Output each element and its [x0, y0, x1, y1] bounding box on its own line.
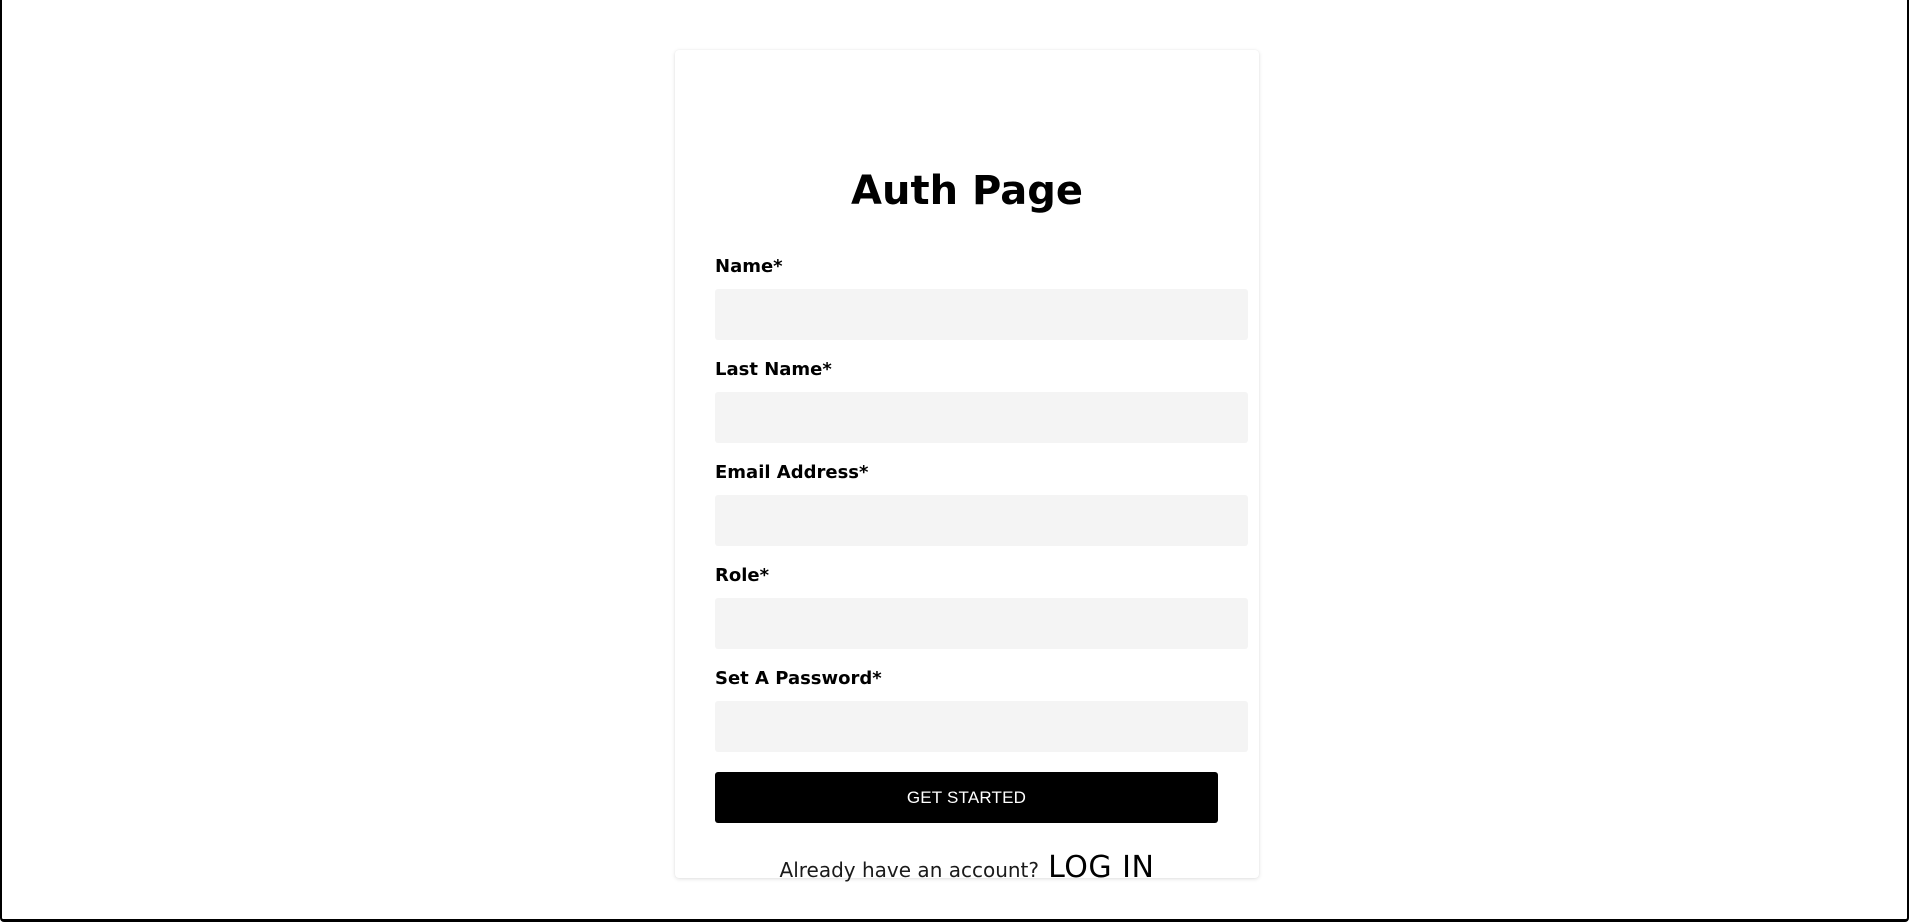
password-input[interactable] — [715, 701, 1248, 752]
page-title: Auth Page — [851, 168, 1083, 214]
password-label: Set A Password* — [715, 668, 882, 689]
login-prompt-text: Already have an account? — [779, 858, 1040, 882]
last-name-label: Last Name* — [715, 359, 832, 380]
browser-viewport: Auth Page Name* Last Name* Email Address… — [0, 0, 1909, 922]
last-name-input[interactable] — [715, 392, 1248, 443]
role-label: Role* — [715, 565, 770, 586]
name-label: Name* — [715, 256, 783, 277]
get-started-button[interactable]: GET STARTED — [715, 772, 1218, 823]
name-input[interactable] — [715, 289, 1248, 340]
email-address-label: Email Address* — [715, 462, 869, 483]
login-link[interactable]: LOG IN — [1048, 850, 1154, 885]
role-input[interactable] — [715, 598, 1248, 649]
auth-card: Auth Page Name* Last Name* Email Address… — [675, 50, 1259, 885]
login-prompt: Already have an account? LOG IN — [675, 850, 1259, 885]
email-address-input[interactable] — [715, 495, 1248, 546]
